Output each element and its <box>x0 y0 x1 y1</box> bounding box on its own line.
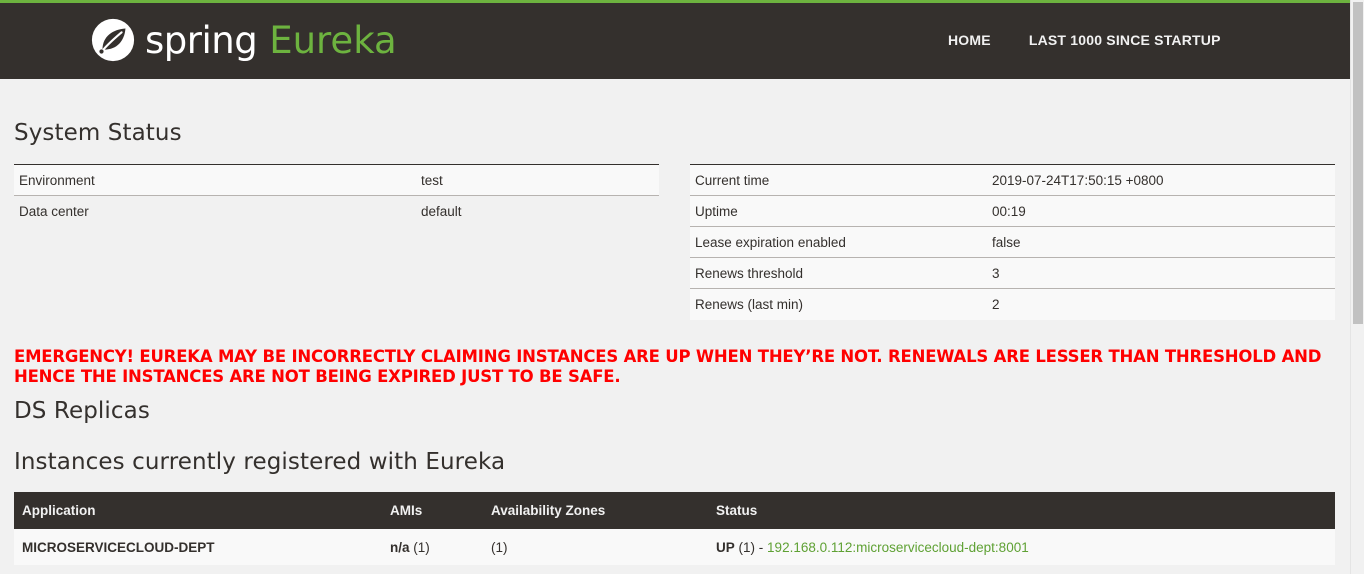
amis-value: n/a <box>390 539 410 555</box>
table-header-row: Application AMIs Availability Zones Stat… <box>14 492 1335 529</box>
emergency-warning: EMERGENCY! EUREKA MAY BE INCORRECTLY CLA… <box>14 347 1322 386</box>
col-application: Application <box>14 492 382 529</box>
table-row: Current time 2019-07-24T17:50:15 +0800 <box>690 164 1335 196</box>
instances-heading: Instances currently registered with Eure… <box>14 449 506 475</box>
nav-home-link[interactable]: HOME <box>948 32 991 48</box>
ds-replicas-heading: DS Replicas <box>14 398 150 424</box>
spring-leaf-icon <box>91 18 135 62</box>
status-label: Renews threshold <box>690 257 987 289</box>
table-row: Environment test <box>14 164 659 196</box>
table-row: Renews (last min) 2 <box>690 288 1335 320</box>
col-status: Status <box>708 492 1335 529</box>
status-label: Data center <box>14 195 416 227</box>
table-row: Renews threshold 3 <box>690 257 1335 289</box>
instances-table: Application AMIs Availability Zones Stat… <box>14 492 1335 565</box>
status-label: Renews (last min) <box>690 288 987 320</box>
status-label: Lease expiration enabled <box>690 226 987 258</box>
nav-last-1000-link[interactable]: LAST 1000 SINCE STARTUP <box>1029 32 1221 48</box>
status-value: test <box>416 164 659 196</box>
status-value: 00:19 <box>987 195 1335 227</box>
table-row: Uptime 00:19 <box>690 195 1335 227</box>
table-row: Lease expiration enabled false <box>690 226 1335 258</box>
status-label: Uptime <box>690 195 987 227</box>
table-row: MICROSERVICECLOUD-DEPT n/a (1) (1) UP (1… <box>14 529 1335 565</box>
instance-link[interactable]: 192.168.0.112:microservicecloud-dept:800… <box>767 540 1029 555</box>
status-value: default <box>416 195 659 227</box>
cell-zones: (1) <box>483 529 708 565</box>
system-status-left-table: Environment test Data center default <box>14 164 659 227</box>
cell-application: MICROSERVICECLOUD-DEPT <box>14 529 382 565</box>
status-value: false <box>987 226 1335 258</box>
status-value: 2 <box>987 288 1335 320</box>
system-status-right-table: Current time 2019-07-24T17:50:15 +0800 U… <box>690 164 1335 320</box>
eureka-logo[interactable]: spring Eureka <box>90 15 397 65</box>
cell-amis: n/a (1) <box>382 529 483 565</box>
application-name: MICROSERVICECLOUD-DEPT <box>22 539 215 555</box>
status-value: 3 <box>987 257 1335 289</box>
status-count: (1) - <box>738 539 764 555</box>
table-row: Data center default <box>14 195 659 227</box>
col-amis: AMIs <box>382 492 483 529</box>
status-label: Environment <box>14 164 416 196</box>
cell-status: UP (1) - 192.168.0.112:microservicecloud… <box>708 529 1335 565</box>
status-value: 2019-07-24T17:50:15 +0800 <box>987 164 1335 196</box>
main-nav: HOME LAST 1000 SINCE STARTUP <box>948 32 1259 48</box>
top-navbar: spring Eureka HOME LAST 1000 SINCE START… <box>0 0 1350 79</box>
system-status-heading: System Status <box>14 120 182 146</box>
col-availability-zones: Availability Zones <box>483 492 708 529</box>
vertical-scrollbar[interactable] <box>1350 0 1364 574</box>
status-up: UP <box>716 539 735 555</box>
brand-eureka-text: Eureka <box>269 18 397 62</box>
amis-count: (1) <box>413 539 430 555</box>
status-label: Current time <box>690 164 987 196</box>
scrollbar-thumb[interactable] <box>1353 2 1363 324</box>
brand-spring-text: spring <box>145 18 258 62</box>
